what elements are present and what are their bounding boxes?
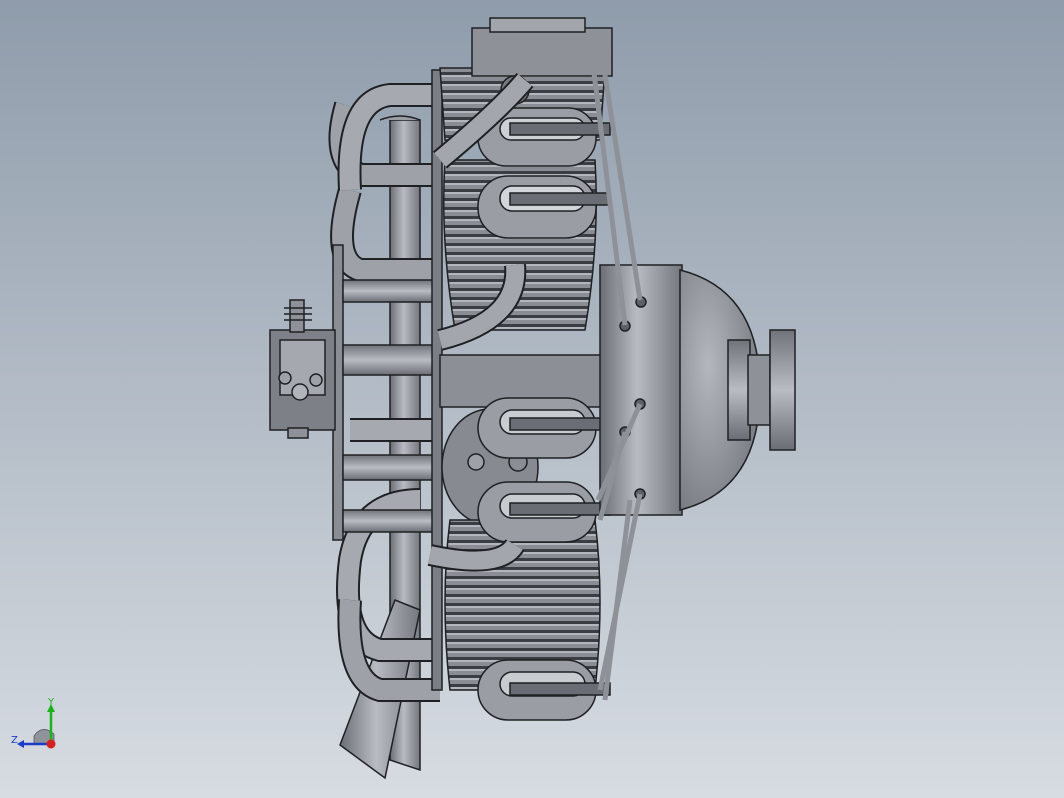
- exhaust-pipe: [328, 83, 440, 780]
- front-case: [599, 264, 796, 516]
- orientation-triad[interactable]: Y Z: [8, 698, 68, 758]
- triad-z-label: Z: [11, 735, 18, 746]
- triad-axes-icon: [17, 704, 56, 749]
- carburetor: [269, 299, 336, 439]
- cad-viewport[interactable]: Y Z: [0, 0, 1064, 798]
- triad-y-label: Y: [48, 697, 55, 708]
- engine-model[interactable]: [0, 0, 1064, 798]
